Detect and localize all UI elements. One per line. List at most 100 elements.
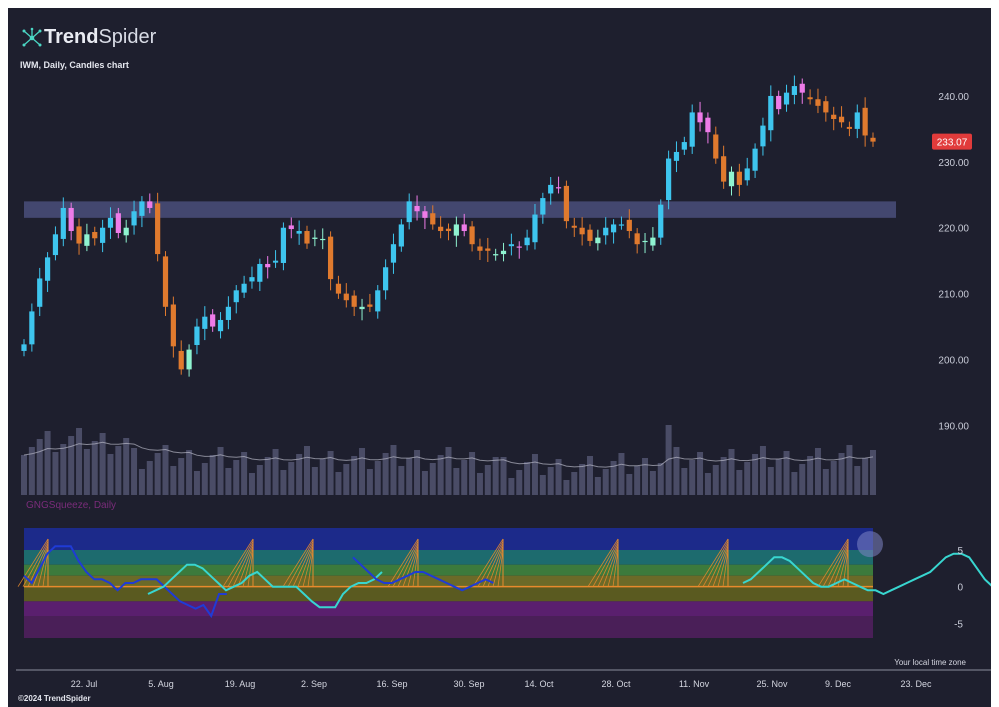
- volume-bar: [791, 472, 798, 495]
- volume-bar: [178, 458, 185, 495]
- candle: [375, 285, 381, 319]
- candle: [854, 104, 860, 139]
- candle: [351, 290, 357, 317]
- volume-bar: [233, 460, 240, 495]
- volume-bar: [162, 445, 169, 495]
- squeeze-band: [24, 616, 873, 638]
- candle: [752, 143, 758, 178]
- volume-bar: [398, 466, 405, 495]
- candle: [666, 150, 672, 210]
- x-tick-label: 19. Aug: [225, 679, 256, 689]
- volume-bar: [335, 472, 342, 495]
- volume-bar: [767, 467, 774, 495]
- squeeze-y-tick-label: 5: [957, 546, 963, 557]
- candle: [524, 229, 530, 251]
- chart-canvas[interactable]: 190.00 200.00 210.00 220.00 230.00 240.00 233…: [8, 8, 991, 707]
- volume-bar: [91, 441, 98, 495]
- squeeze-band: [24, 564, 873, 576]
- volume-bar: [854, 466, 861, 495]
- volume-bar: [704, 473, 711, 495]
- candle: [658, 199, 664, 245]
- volume-bar: [193, 471, 200, 495]
- volume-bar: [602, 469, 609, 495]
- candle: [327, 231, 334, 291]
- volume-bar: [170, 466, 177, 495]
- candle: [650, 227, 656, 251]
- candle: [194, 318, 200, 355]
- candle: [438, 216, 444, 239]
- candle: [265, 256, 271, 279]
- candle: [406, 193, 412, 230]
- candle: [618, 216, 625, 230]
- volume-bar: [799, 464, 806, 495]
- volume-bar: [775, 459, 782, 495]
- volume-bar: [516, 470, 523, 495]
- candle: [807, 89, 813, 105]
- x-tick-label: 25. Nov: [756, 679, 788, 689]
- candle: [359, 298, 365, 321]
- last-price-label: 233.07: [937, 138, 968, 149]
- volume-bar: [272, 449, 279, 495]
- volume-bar: [288, 462, 295, 495]
- candle: [776, 90, 782, 115]
- volume-bar: [476, 473, 483, 495]
- candle: [516, 241, 522, 259]
- volume-bar: [712, 465, 719, 495]
- volume-bar: [453, 468, 460, 495]
- volume-bar: [68, 436, 75, 495]
- candle: [595, 229, 601, 251]
- volume-bar: [359, 448, 366, 495]
- volume-bar: [44, 431, 51, 495]
- candle: [831, 106, 837, 131]
- volume-bar: [689, 460, 696, 495]
- volume-bar: [366, 469, 373, 495]
- volume-bar: [587, 456, 593, 495]
- volume-bar: [123, 438, 130, 495]
- candle: [791, 75, 797, 105]
- candle: [508, 233, 514, 256]
- volume-bar: [131, 448, 138, 495]
- volume-bar: [421, 471, 428, 495]
- volume-bar: [814, 448, 821, 495]
- candle: [84, 223, 90, 252]
- volume-bar: [822, 469, 829, 495]
- candle: [68, 202, 74, 241]
- volume-bar: [649, 471, 656, 495]
- volume-bar: [217, 447, 224, 495]
- candle: [272, 250, 279, 268]
- volume-bar: [744, 462, 751, 495]
- volume-bar: [445, 447, 452, 495]
- candle: [453, 216, 459, 247]
- volume-bar: [579, 464, 586, 495]
- candle: [186, 344, 192, 377]
- x-tick-label: 30. Sep: [453, 679, 484, 689]
- volume-bar: [547, 467, 554, 495]
- volume-bar: [862, 458, 869, 495]
- volume-bar: [642, 458, 649, 495]
- candle: [862, 97, 868, 147]
- volume-bar: [186, 450, 193, 495]
- candle: [123, 219, 129, 243]
- x-tick-label: 2. Sep: [301, 679, 327, 689]
- volume-bar: [461, 460, 468, 495]
- volume-bar: [429, 463, 436, 495]
- candle: [233, 285, 239, 314]
- timezone-label[interactable]: Your local time zone: [894, 658, 966, 667]
- squeeze-band: [24, 550, 873, 565]
- squeeze-y-tick-label: -5: [954, 619, 963, 630]
- candle: [304, 225, 310, 249]
- x-tick-label: 11. Nov: [679, 679, 710, 689]
- candle: [760, 117, 766, 156]
- candle: [634, 228, 640, 254]
- candle: [477, 238, 483, 261]
- chart-frame: Trend Spider IWM, Daily, Candles chart ©2…: [8, 8, 991, 707]
- volume-bar: [508, 478, 515, 495]
- volume-bar: [256, 465, 263, 495]
- candle: [799, 78, 805, 104]
- candle: [548, 176, 554, 205]
- volume-bar: [531, 454, 538, 495]
- volume-bar: [492, 457, 499, 495]
- volume-bar: [280, 470, 287, 495]
- resistance-zone: [24, 201, 896, 218]
- candle: [170, 296, 176, 358]
